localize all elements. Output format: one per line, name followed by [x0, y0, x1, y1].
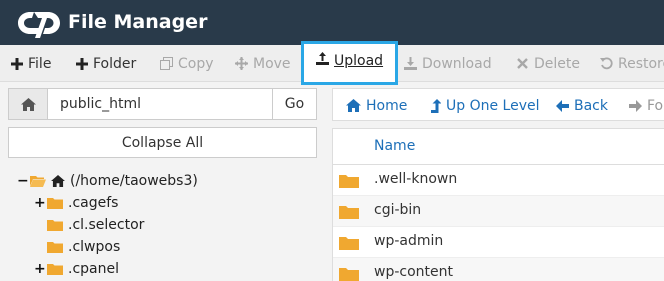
copy-button[interactable]: Copy — [160, 45, 214, 82]
folder-icon — [47, 198, 63, 209]
delete-button[interactable]: Delete — [516, 45, 580, 82]
folder-icon — [47, 220, 63, 231]
move-label: Move — [253, 55, 291, 72]
app-title: File Manager — [68, 11, 208, 33]
tree-item-label: .cl.selector — [68, 217, 145, 233]
expand-toggle-icon[interactable]: + — [34, 195, 46, 211]
upload-label: Upload — [334, 52, 384, 69]
move-icon — [235, 57, 248, 70]
new-file-label: File — [28, 55, 52, 72]
file-list: Name .well-known cgi-bin wp-admin wp-con… — [332, 128, 664, 281]
new-folder-label: Folder — [93, 55, 137, 72]
folder-icon — [339, 268, 359, 281]
folder-open-icon — [30, 176, 46, 187]
back-button[interactable]: Back — [556, 89, 608, 122]
name-column-header[interactable]: Name — [374, 138, 415, 154]
folder-icon — [339, 237, 359, 250]
home-icon — [51, 175, 65, 187]
collapse-toggle-icon[interactable]: − — [17, 173, 29, 189]
file-name: cgi-bin — [374, 202, 422, 218]
upload-button[interactable]: Upload — [301, 41, 398, 85]
home-label: Home — [366, 97, 408, 114]
tree-item[interactable]: .cl.selector — [47, 214, 144, 236]
file-row[interactable]: wp-content — [333, 258, 664, 281]
copy-icon — [160, 57, 173, 70]
download-label: Download — [422, 55, 492, 72]
up-one-level-label: Up One Level — [446, 97, 540, 114]
file-name: wp-content — [374, 264, 453, 280]
arrow-left-icon — [556, 99, 569, 112]
home-button[interactable]: Home — [346, 89, 407, 122]
download-button[interactable]: Download — [404, 45, 492, 82]
collapse-all-button[interactable]: Collapse All — [8, 127, 317, 158]
upload-button-content: Upload — [316, 52, 383, 69]
folder-icon — [339, 206, 359, 219]
restore-button[interactable]: Restore — [600, 45, 664, 82]
restore-label: Restore — [618, 55, 664, 72]
tree-item[interactable]: + .cpanel — [34, 258, 119, 280]
file-row[interactable]: wp-admin — [333, 227, 664, 258]
tree-item-label: .cpanel — [68, 261, 119, 277]
delete-label: Delete — [534, 55, 580, 72]
forward-label: For — [647, 97, 664, 114]
download-icon — [404, 57, 417, 70]
plus-icon — [10, 57, 23, 70]
home-icon — [346, 99, 361, 112]
cpanel-logo — [18, 12, 60, 38]
new-folder-button[interactable]: Folder — [75, 45, 136, 82]
up-one-level-button[interactable]: Up One Level — [431, 89, 540, 122]
plus-icon — [75, 57, 88, 70]
home-icon — [20, 97, 36, 111]
tree-root-label: (/home/taowebs3) — [70, 173, 198, 189]
file-name: .well-known — [374, 171, 458, 187]
path-bar: Go — [8, 88, 317, 120]
app-header: File Manager — [0, 0, 664, 45]
file-row[interactable]: .well-known — [333, 165, 664, 196]
expand-toggle-icon[interactable]: + — [34, 261, 46, 277]
folder-icon — [47, 242, 63, 253]
level-up-icon — [431, 98, 441, 113]
arrow-right-icon — [629, 99, 642, 112]
file-name: wp-admin — [374, 233, 444, 249]
home-directory-button[interactable] — [8, 88, 48, 120]
upload-icon — [316, 52, 329, 69]
restore-icon — [600, 57, 613, 70]
tree-item[interactable]: + .cagefs — [34, 192, 118, 214]
move-button[interactable]: Move — [235, 45, 291, 82]
tree-item-label: .clwpos — [68, 239, 121, 255]
file-list-header: Name — [333, 129, 664, 165]
folder-icon — [339, 175, 359, 188]
tree-item[interactable]: .clwpos — [47, 236, 120, 258]
delete-icon — [516, 57, 529, 70]
tree-root[interactable]: − (/home/taowebs3) — [17, 170, 198, 192]
copy-label: Copy — [178, 55, 214, 72]
forward-button[interactable]: For — [629, 89, 664, 122]
folder-icon — [47, 264, 63, 275]
navigation-bar: Home Up One Level Back For — [332, 88, 664, 121]
go-button[interactable]: Go — [272, 88, 317, 120]
path-input[interactable] — [47, 88, 282, 120]
file-row[interactable]: cgi-bin — [333, 196, 664, 227]
back-label: Back — [574, 97, 608, 114]
new-file-button[interactable]: File — [10, 45, 51, 82]
tree-item-label: .cagefs — [68, 195, 119, 211]
